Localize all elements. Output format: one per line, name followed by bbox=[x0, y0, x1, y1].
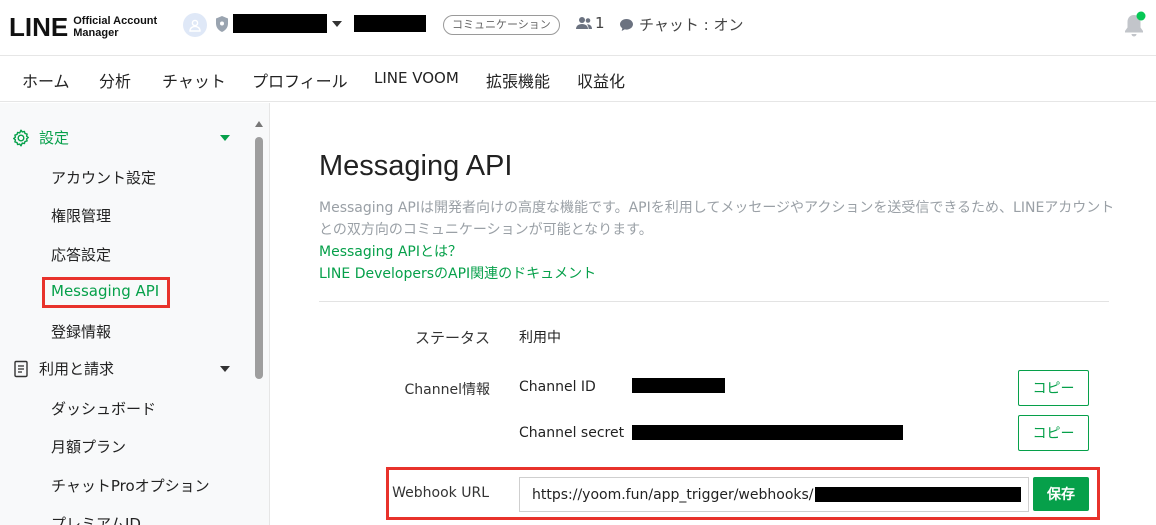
sidebar-section-billing[interactable]: 利用と請求 bbox=[11, 358, 114, 379]
chat-bubble-icon bbox=[620, 18, 633, 31]
followers-count-value: 1 bbox=[595, 14, 605, 32]
line-logo[interactable]: LINE Official Account Manager bbox=[9, 10, 157, 44]
bell-icon bbox=[1125, 11, 1146, 37]
webhook-url-redacted bbox=[814, 487, 1021, 502]
sidebar-item-chat-pro-option[interactable]: チャットProオプション bbox=[51, 475, 210, 496]
tab-line-voom[interactable]: LINE VOOM bbox=[374, 69, 459, 87]
save-webhook-button[interactable]: 保存 bbox=[1033, 477, 1089, 511]
account-name-redacted bbox=[233, 14, 327, 33]
account-type-badge: コミュニケーション bbox=[443, 15, 560, 35]
account-switch-chevron-down-icon[interactable] bbox=[332, 21, 342, 27]
page-title: Messaging API bbox=[319, 150, 513, 182]
tab-extensions[interactable]: 拡張機能 bbox=[486, 68, 550, 92]
sidebar-section-billing-label: 利用と請求 bbox=[39, 360, 115, 378]
channel-secret-redacted bbox=[632, 425, 903, 440]
scroll-up-arrow-icon[interactable] bbox=[255, 121, 263, 127]
line-developers-docs-link[interactable]: LINE DevelopersのAPI関連のドキュメント bbox=[319, 263, 596, 283]
invoice-icon bbox=[14, 360, 28, 377]
copy-channel-secret-button[interactable]: コピー bbox=[1018, 415, 1089, 451]
tab-profile[interactable]: プロフィール bbox=[252, 68, 348, 92]
webhook-url-value: https://yoom.fun/app_trigger/webhooks/ bbox=[532, 486, 814, 503]
chat-status[interactable]: チャット : オン bbox=[619, 14, 743, 35]
sidebar-item-response-settings[interactable]: 応答設定 bbox=[51, 244, 111, 265]
section-divider bbox=[319, 301, 1109, 302]
copy-channel-id-button[interactable]: コピー bbox=[1018, 370, 1089, 406]
status-value: 利用中 bbox=[519, 330, 561, 346]
webhook-url-input[interactable]: https://yoom.fun/app_trigger/webhooks/ bbox=[519, 477, 1029, 512]
logo-subtitle-line1: Official Account bbox=[73, 15, 158, 27]
page-description-line2: との双方向のコミュニケーションが可能となります。 bbox=[319, 222, 653, 238]
followers-count[interactable]: 1 bbox=[576, 14, 605, 32]
shield-icon bbox=[216, 16, 228, 32]
sidebar-item-monthly-plan[interactable]: 月額プラン bbox=[51, 436, 126, 457]
tab-analytics[interactable]: 分析 bbox=[99, 68, 131, 92]
sidebar-scrollbar-thumb[interactable] bbox=[255, 137, 263, 379]
billing-collapse-chevron-down-icon[interactable] bbox=[220, 366, 230, 372]
gear-icon bbox=[13, 129, 29, 146]
sidebar-item-dashboard[interactable]: ダッシュボード bbox=[51, 398, 156, 419]
what-is-messaging-api-link[interactable]: Messaging APIとは？ bbox=[319, 241, 462, 261]
tab-home[interactable]: ホーム bbox=[22, 68, 70, 92]
channel-id-redacted bbox=[632, 378, 725, 393]
account-id-redacted bbox=[354, 15, 426, 32]
notification-bell[interactable] bbox=[1121, 11, 1147, 39]
page-description-line1: Messaging APIは開発者向けの高度な機能です。APIを利用してメッセー… bbox=[319, 200, 1115, 216]
sidebar-item-account-settings[interactable]: アカウント設定 bbox=[51, 167, 156, 188]
sidebar-section-settings-label: 設定 bbox=[39, 129, 70, 147]
status-label: ステータス bbox=[414, 329, 490, 347]
main-content: Messaging API Messaging APIは開発者向けの高度な機能で… bbox=[271, 103, 1156, 525]
main-nav: ホーム 分析 チャット プロフィール LINE VOOM 拡張機能 収益化 bbox=[0, 56, 1156, 102]
top-bar: LINE Official Account Manager コミュニケーション … bbox=[0, 0, 1156, 56]
people-icon bbox=[576, 17, 592, 29]
sidebar: 設定 アカウント設定 権限管理 応答設定 Messaging API 登録情報 … bbox=[0, 103, 270, 525]
sidebar-item-premium-id[interactable]: プレミアムID bbox=[51, 513, 141, 525]
channel-secret-label: Channel secret bbox=[519, 425, 625, 441]
account-avatar[interactable] bbox=[183, 13, 207, 37]
settings-collapse-chevron-down-icon[interactable] bbox=[220, 135, 230, 141]
tab-monetization[interactable]: 収益化 bbox=[577, 68, 625, 92]
tab-chat[interactable]: チャット bbox=[162, 68, 226, 92]
channel-info-label: Channel情報 bbox=[404, 382, 490, 398]
sidebar-section-settings[interactable]: 設定 bbox=[11, 127, 69, 148]
logo-subtitle: Official Account Manager bbox=[73, 15, 157, 39]
logo-subtitle-line2: Manager bbox=[73, 27, 119, 39]
sidebar-item-registration-info[interactable]: 登録情報 bbox=[51, 321, 111, 342]
sidebar-item-permissions[interactable]: 権限管理 bbox=[51, 205, 111, 226]
chat-status-text: チャット : オン bbox=[639, 16, 744, 34]
page-description: Messaging APIは開発者向けの高度な機能です。APIを利用してメッセー… bbox=[319, 197, 1156, 241]
channel-id-label: Channel ID bbox=[519, 379, 596, 395]
logo-line-text: LINE bbox=[9, 12, 69, 42]
webhook-url-label: Webhook URL bbox=[392, 485, 489, 501]
user-placeholder-icon bbox=[189, 19, 201, 32]
messaging-api-highlight-box bbox=[42, 277, 170, 308]
